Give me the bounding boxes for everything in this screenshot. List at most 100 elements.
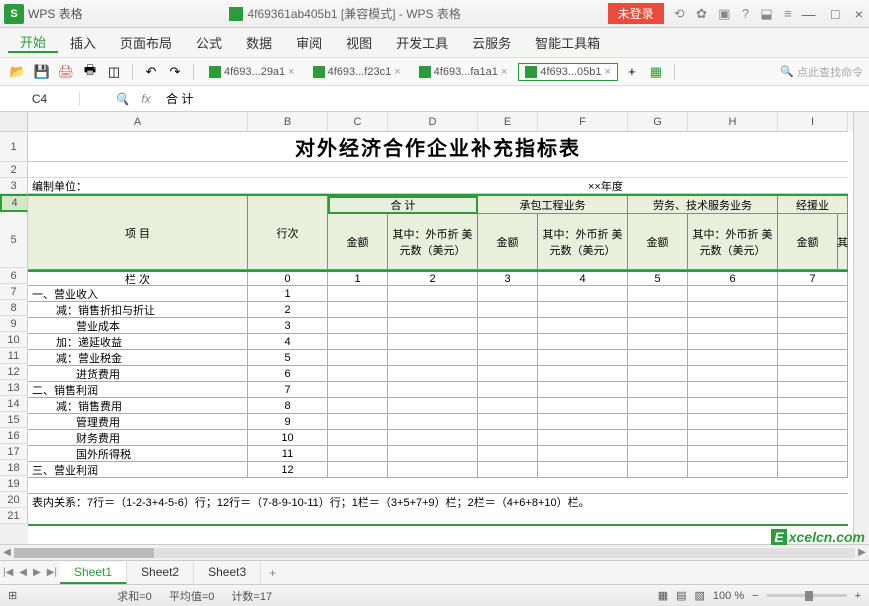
menu-开始[interactable]: 开始: [8, 32, 58, 53]
view-normal-icon[interactable]: ▦: [658, 589, 668, 602]
tab-menu-icon[interactable]: ▦: [647, 63, 665, 81]
open-icon[interactable]: 📂: [9, 63, 27, 81]
doc-tab[interactable]: 4f693...f23c1×: [306, 63, 408, 81]
row-header-3[interactable]: 3: [0, 178, 28, 194]
close-button[interactable]: ×: [855, 6, 863, 22]
row-header-18[interactable]: 18: [0, 460, 28, 476]
row-header-20[interactable]: 20: [0, 492, 28, 508]
add-sheet-button[interactable]: +: [261, 566, 284, 580]
tab-next-icon[interactable]: ▶: [30, 567, 44, 578]
col-header-A[interactable]: A: [28, 112, 248, 132]
sync-icon[interactable]: ⟲: [674, 6, 685, 21]
close-tab-icon[interactable]: ×: [394, 66, 400, 78]
cell: [328, 414, 388, 429]
horizontal-scrollbar[interactable]: ◀ ▶: [0, 544, 869, 560]
col-header-E[interactable]: E: [478, 112, 538, 132]
menu-审阅[interactable]: 审阅: [284, 33, 334, 52]
scroll-track[interactable]: [14, 548, 855, 558]
close-tab-icon[interactable]: ×: [501, 66, 507, 78]
cell: [688, 430, 778, 445]
count-label: 计数=17: [231, 591, 272, 603]
doc-tab[interactable]: 4f693...05b1×: [518, 63, 618, 81]
save-icon[interactable]: 💾: [33, 63, 51, 81]
feedback-icon[interactable]: ⬓: [760, 6, 772, 21]
add-tab-button[interactable]: +: [623, 63, 641, 81]
menu-数据[interactable]: 数据: [234, 33, 284, 52]
export-icon[interactable]: 🖨: [57, 63, 75, 81]
zoom-in-icon[interactable]: +: [855, 590, 861, 602]
menu-云服务[interactable]: 云服务: [460, 33, 523, 52]
view-break-icon[interactable]: ▧: [695, 589, 705, 602]
fx-icon[interactable]: fx: [134, 92, 158, 106]
col-header-B[interactable]: B: [248, 112, 328, 132]
preview-icon[interactable]: ◫: [105, 63, 123, 81]
row-header-7[interactable]: 7: [0, 284, 28, 300]
view-page-icon[interactable]: ▤: [676, 589, 686, 602]
close-tab-icon[interactable]: ×: [605, 66, 611, 78]
select-all-corner[interactable]: [0, 112, 28, 132]
scroll-right-icon[interactable]: ▶: [855, 547, 869, 558]
row-header-17[interactable]: 17: [0, 444, 28, 460]
vertical-scrollbar[interactable]: [853, 112, 869, 544]
doc-tab[interactable]: 4f693...fa1a1×: [412, 63, 515, 81]
search-commands[interactable]: 🔍 点此查找命令: [780, 64, 863, 80]
input-mode-icon[interactable]: ⊞: [8, 589, 17, 602]
minimize-button[interactable]: —: [802, 6, 816, 22]
row-header-8[interactable]: 8: [0, 300, 28, 316]
print-icon[interactable]: 🖶: [81, 63, 99, 81]
menu-页面布局[interactable]: 页面布局: [108, 33, 184, 52]
row-header-5[interactable]: 5: [0, 212, 28, 268]
zoom-out-icon[interactable]: −: [752, 590, 758, 602]
close-tab-icon[interactable]: ×: [288, 66, 294, 78]
sheet-tab-Sheet2[interactable]: Sheet2: [127, 562, 194, 584]
col-header-F[interactable]: F: [538, 112, 628, 132]
scroll-thumb[interactable]: [14, 548, 154, 558]
tab-prev-icon[interactable]: ◀: [16, 567, 30, 578]
undo-icon[interactable]: ↶: [142, 63, 160, 81]
tab-first-icon[interactable]: |◀: [0, 567, 16, 578]
row-header-10[interactable]: 10: [0, 332, 28, 348]
col-header-H[interactable]: H: [688, 112, 778, 132]
col-header-D[interactable]: D: [388, 112, 478, 132]
help-icon[interactable]: ?: [742, 6, 749, 21]
menu-开发工具[interactable]: 开发工具: [384, 33, 460, 52]
row-header-13[interactable]: 13: [0, 380, 28, 396]
row-header-19[interactable]: 19: [0, 476, 28, 492]
scroll-left-icon[interactable]: ◀: [0, 547, 14, 558]
gear-icon[interactable]: ✿: [696, 6, 707, 21]
zoom-value[interactable]: 100 %: [713, 590, 744, 602]
row-header-11[interactable]: 11: [0, 348, 28, 364]
tab-last-icon[interactable]: ▶|: [44, 567, 60, 578]
cancel-icon[interactable]: 🔍: [110, 92, 134, 106]
row-header-1[interactable]: 1: [0, 132, 28, 162]
doc-tab[interactable]: 4f693...29a1×: [202, 63, 302, 81]
formula-input[interactable]: 合 计: [158, 90, 869, 107]
row-header-16[interactable]: 16: [0, 428, 28, 444]
zoom-slider[interactable]: [767, 594, 847, 597]
cell: [388, 398, 478, 413]
sheet-tab-Sheet3[interactable]: Sheet3: [194, 562, 261, 584]
menu-视图[interactable]: 视图: [334, 33, 384, 52]
row-header-9[interactable]: 9: [0, 316, 28, 332]
skin-icon[interactable]: ▣: [718, 6, 730, 21]
row-header-4[interactable]: 4: [0, 194, 28, 212]
menu-插入[interactable]: 插入: [58, 33, 108, 52]
col-header-G[interactable]: G: [628, 112, 688, 132]
row-header-6[interactable]: 6: [0, 268, 28, 284]
row-header-15[interactable]: 15: [0, 412, 28, 428]
cell-reference-box[interactable]: C4: [0, 92, 80, 106]
maximize-button[interactable]: □: [831, 6, 839, 22]
login-button[interactable]: 未登录: [608, 3, 664, 24]
col-header-I[interactable]: I: [778, 112, 848, 132]
redo-icon[interactable]: ↷: [166, 63, 184, 81]
collapse-icon[interactable]: ≡: [784, 6, 792, 21]
grid[interactable]: ABCDEFGHI 对外经济合作企业补充指标表 编制单位： ××年度 项 目 行…: [28, 112, 853, 544]
row-header-12[interactable]: 12: [0, 364, 28, 380]
menu-公式[interactable]: 公式: [184, 33, 234, 52]
col-header-C[interactable]: C: [328, 112, 388, 132]
sheet-tab-Sheet1[interactable]: Sheet1: [60, 562, 127, 584]
row-header-14[interactable]: 14: [0, 396, 28, 412]
menu-智能工具箱[interactable]: 智能工具箱: [523, 33, 612, 52]
row-header-21[interactable]: 21: [0, 508, 28, 524]
row-header-2[interactable]: 2: [0, 162, 28, 178]
